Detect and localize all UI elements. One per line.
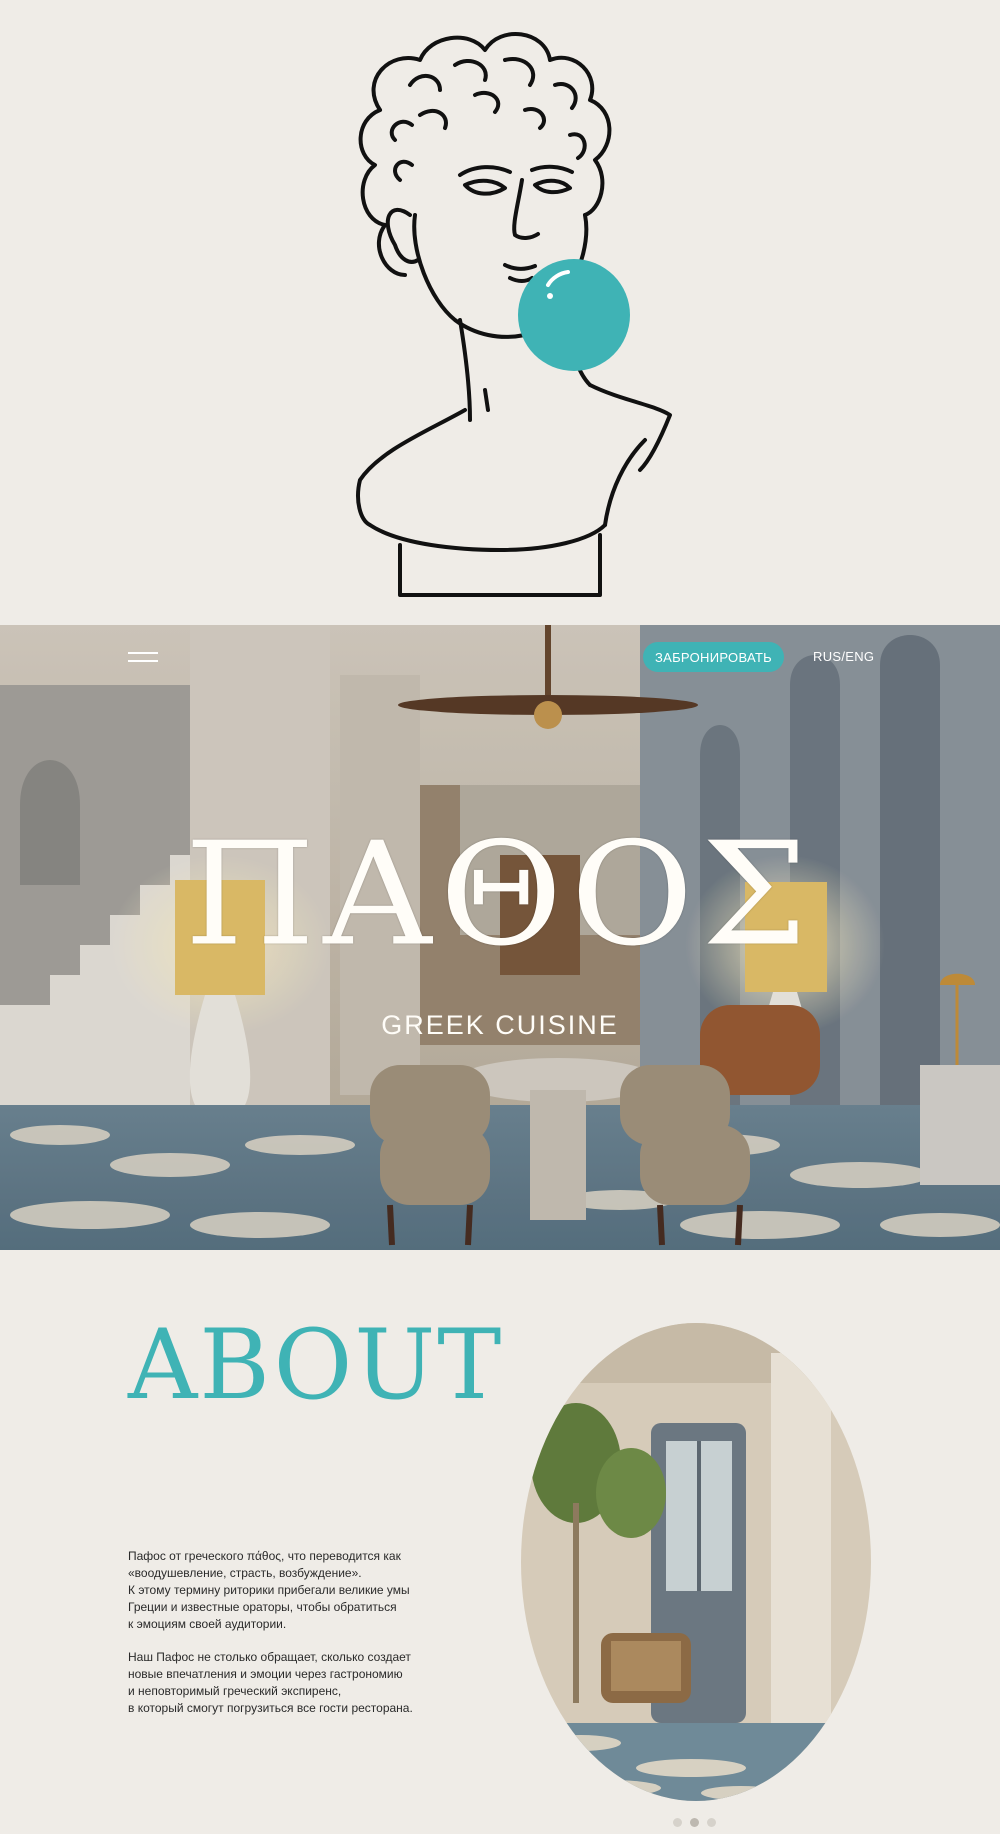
hero-subtitle: GREEK CUISINE: [381, 1010, 619, 1040]
slider-dots: [673, 1814, 724, 1827]
slider-dot[interactable]: [690, 1818, 699, 1827]
about-text: Пафос от греческого πάθος, что переводит…: [128, 1548, 468, 1733]
intro-section: [0, 0, 1000, 625]
about-section: ABOUT Пафос от греческого πάθος, что пер…: [0, 1250, 1000, 1834]
restaurant-logo: ΠΑΘΟΣ: [184, 812, 816, 978]
language-switcher[interactable]: RUS/ENG: [813, 649, 874, 664]
about-photo: [521, 1323, 871, 1801]
hero-section: ЗАБРОНИРОВАТЬ RUS/ENG ΠΑΘΟΣ GREEK CUISIN…: [0, 625, 1000, 1250]
about-title: ABOUT: [128, 1309, 504, 1421]
menu-line-icon: [128, 652, 158, 654]
about-paragraph: Наш Пафос не столько обращает, сколько с…: [128, 1650, 413, 1715]
interior-photo-image: [521, 1323, 871, 1801]
david-bust-bubblegum-icon: [356, 32, 672, 597]
about-paragraph: Пафос от греческого πάθος, что переводит…: [128, 1549, 410, 1631]
slider-dot[interactable]: [707, 1818, 716, 1827]
menu-line-icon: [128, 660, 158, 662]
hamburger-menu-icon[interactable]: [128, 652, 158, 666]
slider-dot[interactable]: [673, 1818, 682, 1827]
book-button[interactable]: ЗАБРОНИРОВАТЬ: [643, 642, 784, 672]
